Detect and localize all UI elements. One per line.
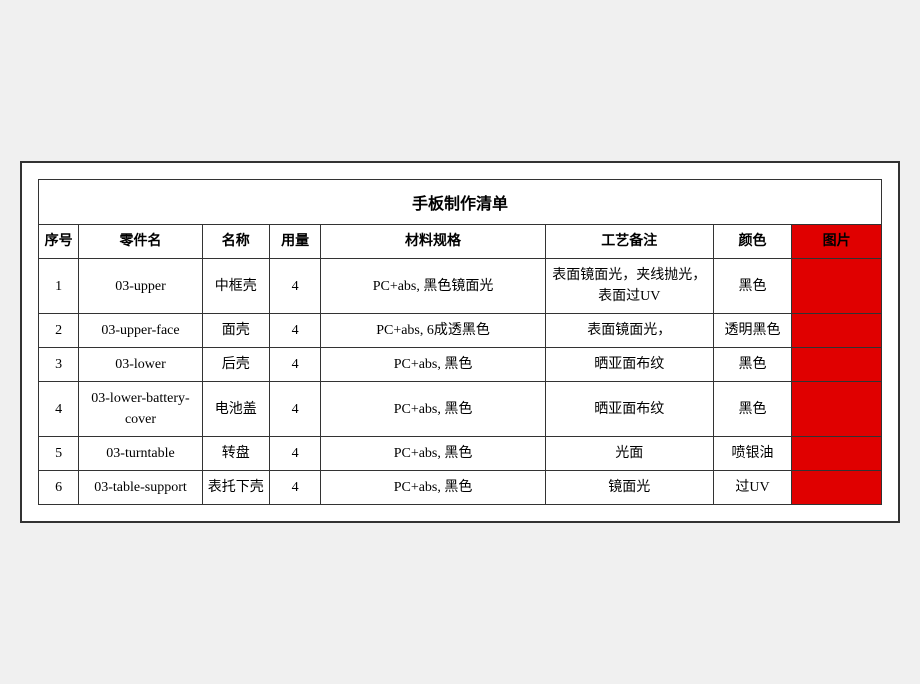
cell-process: 光面 [545,437,713,471]
cell-spec: PC+abs, 黑色 [321,348,545,382]
cell-part: 03-lower-battery-cover [79,382,202,437]
cell-qty: 4 [269,437,321,471]
cell-color: 喷银油 [713,437,791,471]
cell-part: 03-upper [79,259,202,314]
cell-spec: PC+abs, 黑色 [321,437,545,471]
cell-seq: 4 [39,382,79,437]
cell-name: 面壳 [202,314,269,348]
cell-process: 晒亚面布纹 [545,382,713,437]
main-table: 序号 零件名 名称 用量 材料规格 工艺备注 颜色 图片 103-upper中框… [38,224,882,505]
cell-spec: PC+abs, 黑色 [321,471,545,505]
cell-img [792,471,882,505]
header-name: 名称 [202,225,269,259]
cell-spec: PC+abs, 黑色镜面光 [321,259,545,314]
cell-qty: 4 [269,382,321,437]
cell-part: 03-turntable [79,437,202,471]
cell-spec: PC+abs, 黑色 [321,382,545,437]
cell-seq: 2 [39,314,79,348]
cell-name: 中框壳 [202,259,269,314]
cell-color: 透明黑色 [713,314,791,348]
cell-part: 03-table-support [79,471,202,505]
cell-part: 03-lower [79,348,202,382]
cell-process: 表面镜面光，夹线抛光，表面过UV [545,259,713,314]
cell-process: 表面镜面光， [545,314,713,348]
cell-part: 03-upper-face [79,314,202,348]
cell-color: 黑色 [713,382,791,437]
header-part: 零件名 [79,225,202,259]
cell-img [792,259,882,314]
cell-color: 黑色 [713,348,791,382]
cell-img [792,348,882,382]
table-title: 手板制作清单 [38,179,882,224]
cell-name: 转盘 [202,437,269,471]
header-qty: 用量 [269,225,321,259]
table-row: 403-lower-battery-cover电池盖4PC+abs, 黑色晒亚面… [39,382,882,437]
cell-img [792,382,882,437]
cell-img [792,314,882,348]
cell-seq: 1 [39,259,79,314]
table-row: 103-upper中框壳4PC+abs, 黑色镜面光表面镜面光，夹线抛光，表面过… [39,259,882,314]
cell-qty: 4 [269,348,321,382]
cell-process: 晒亚面布纹 [545,348,713,382]
header-process: 工艺备注 [545,225,713,259]
page-container: 手板制作清单 序号 零件名 名称 用量 材料规格 工艺备注 颜色 图片 103-… [20,161,900,523]
cell-qty: 4 [269,259,321,314]
table-row: 603-table-support表托下壳4PC+abs, 黑色镜面光过UV [39,471,882,505]
cell-qty: 4 [269,471,321,505]
header-row: 序号 零件名 名称 用量 材料规格 工艺备注 颜色 图片 [39,225,882,259]
cell-name: 后壳 [202,348,269,382]
cell-name: 电池盖 [202,382,269,437]
table-row: 203-upper-face面壳4PC+abs, 6成透黑色表面镜面光，透明黑色 [39,314,882,348]
header-seq: 序号 [39,225,79,259]
cell-qty: 4 [269,314,321,348]
cell-seq: 5 [39,437,79,471]
cell-spec: PC+abs, 6成透黑色 [321,314,545,348]
header-img: 图片 [792,225,882,259]
cell-color: 过UV [713,471,791,505]
table-row: 503-turntable转盘4PC+abs, 黑色光面喷银油 [39,437,882,471]
cell-seq: 6 [39,471,79,505]
table-row: 303-lower后壳4PC+abs, 黑色晒亚面布纹黑色 [39,348,882,382]
header-color: 颜色 [713,225,791,259]
cell-name: 表托下壳 [202,471,269,505]
cell-color: 黑色 [713,259,791,314]
cell-img [792,437,882,471]
header-spec: 材料规格 [321,225,545,259]
cell-seq: 3 [39,348,79,382]
cell-process: 镜面光 [545,471,713,505]
